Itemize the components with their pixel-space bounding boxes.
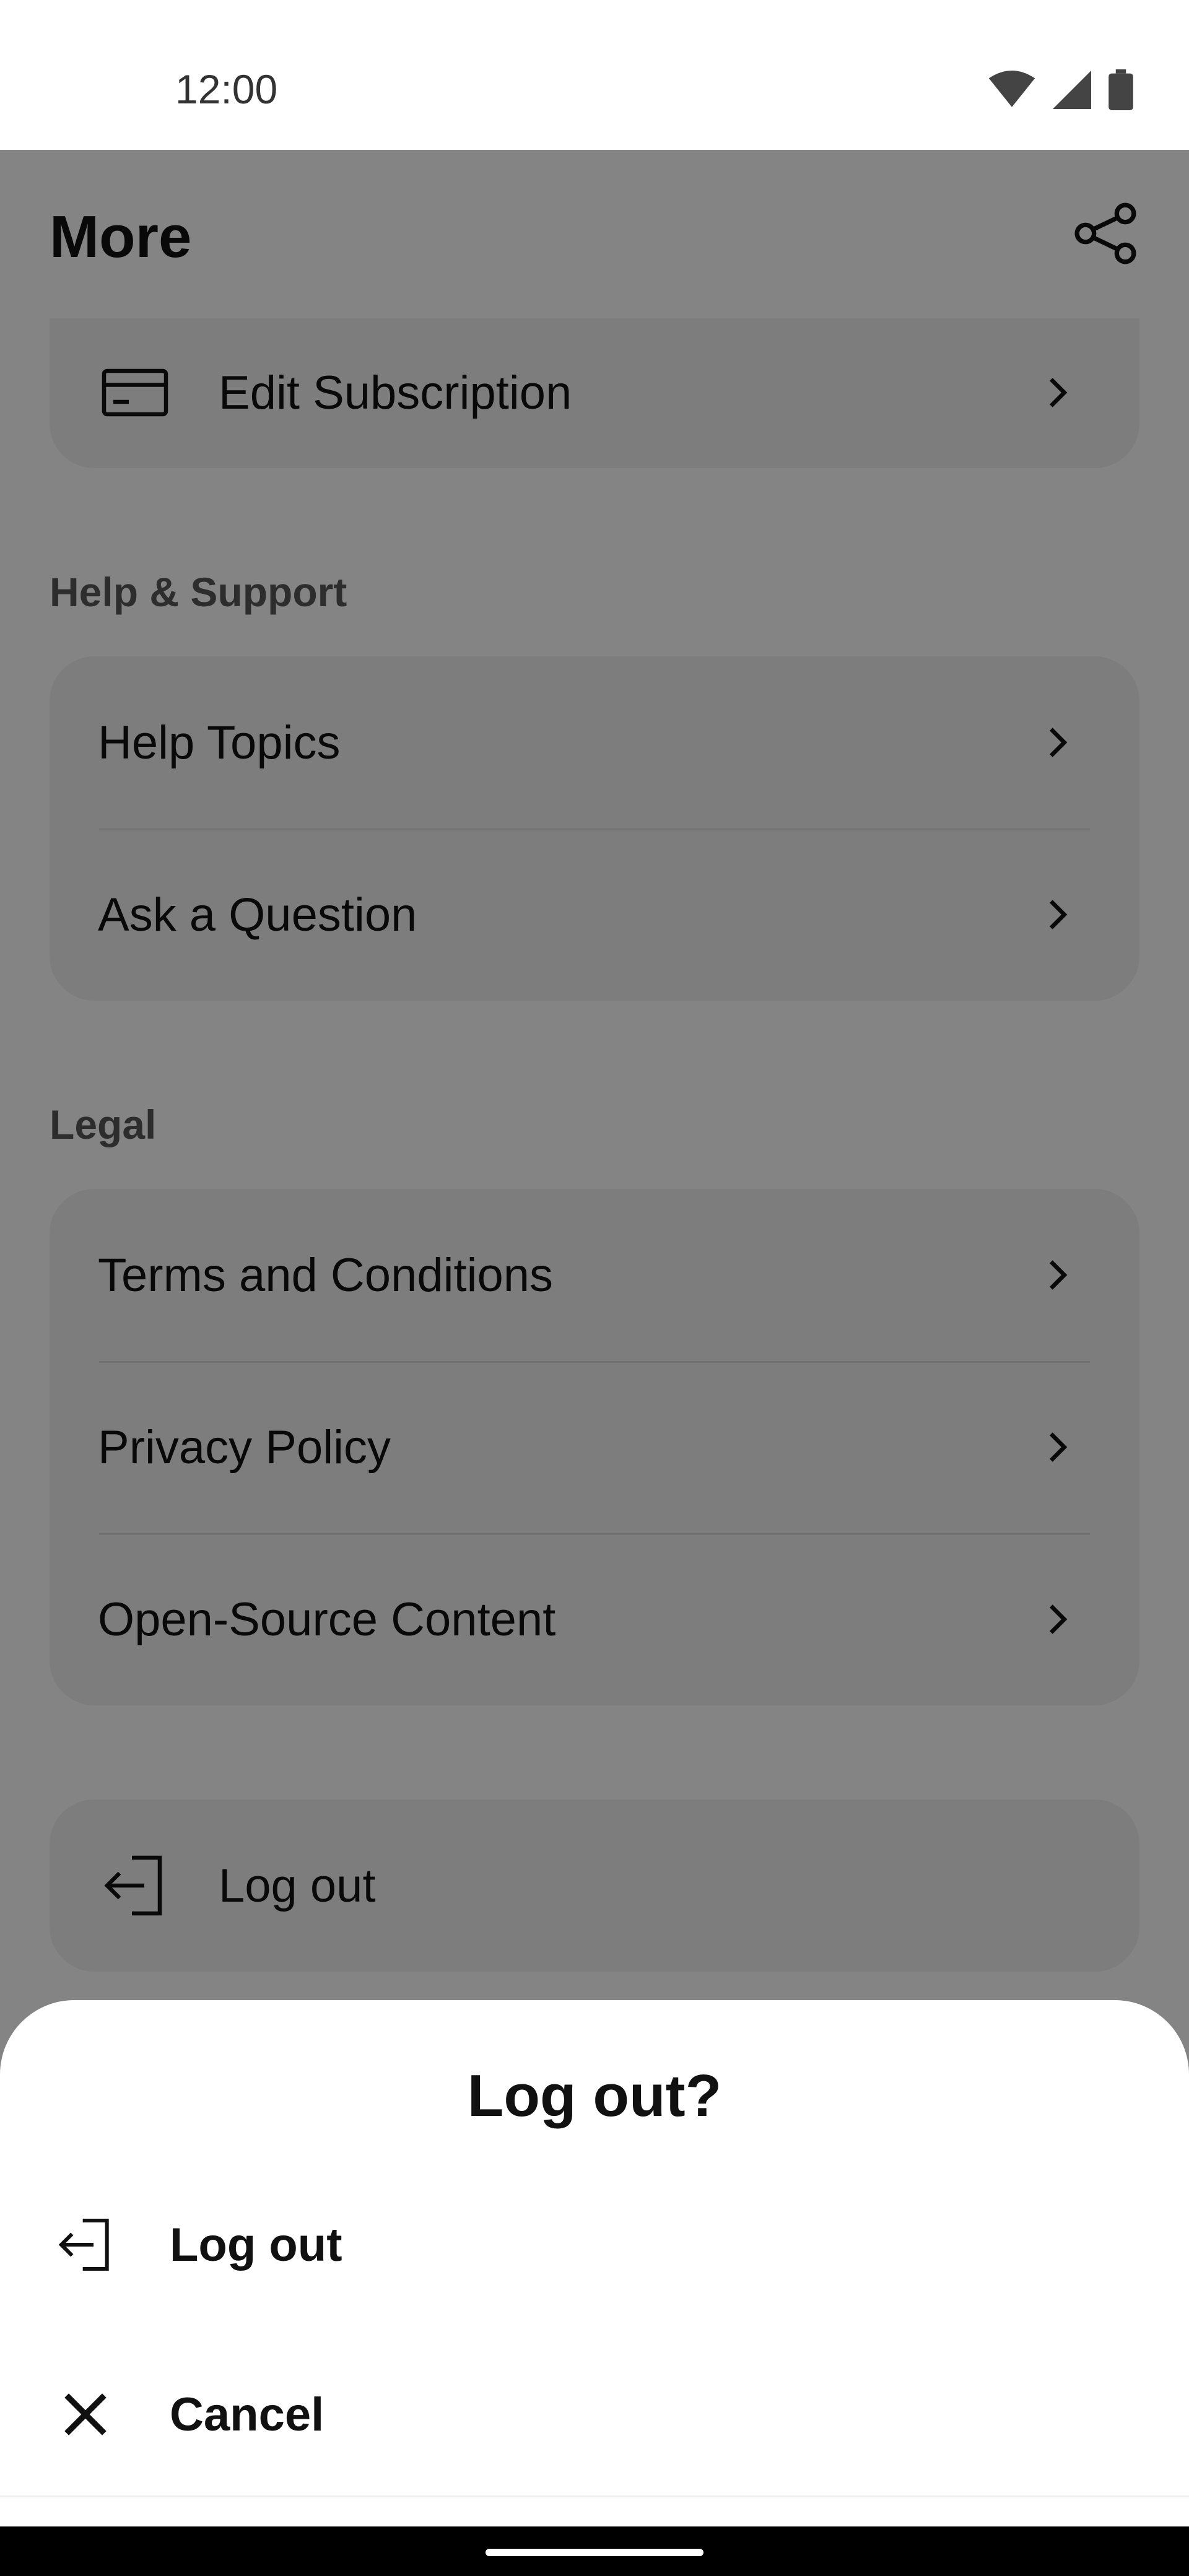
- confirm-logout-label: Log out: [170, 2218, 342, 2271]
- sheet-divider: [0, 2496, 1189, 2497]
- battery-icon: [1108, 69, 1133, 110]
- status-icons: [988, 68, 1133, 111]
- home-gesture-handle[interactable]: [486, 2549, 703, 2556]
- dialog-title: Log out?: [467, 2063, 722, 2129]
- status-time: 12:00: [175, 66, 278, 112]
- logout-bottom-sheet: Log out? Log out Cancel: [0, 2000, 1189, 2526]
- logout-icon: [58, 2218, 109, 2271]
- confirm-logout-button[interactable]: Log out: [0, 2167, 1189, 2322]
- cancel-label: Cancel: [170, 2388, 324, 2441]
- close-icon: [64, 2393, 107, 2435]
- wifi-icon: [988, 71, 1035, 107]
- status-bar: 12:00: [0, 0, 1189, 150]
- cancel-button[interactable]: Cancel: [0, 2337, 1189, 2492]
- system-nav-bar: [0, 2526, 1189, 2576]
- cellular-signal-icon: [1053, 71, 1091, 109]
